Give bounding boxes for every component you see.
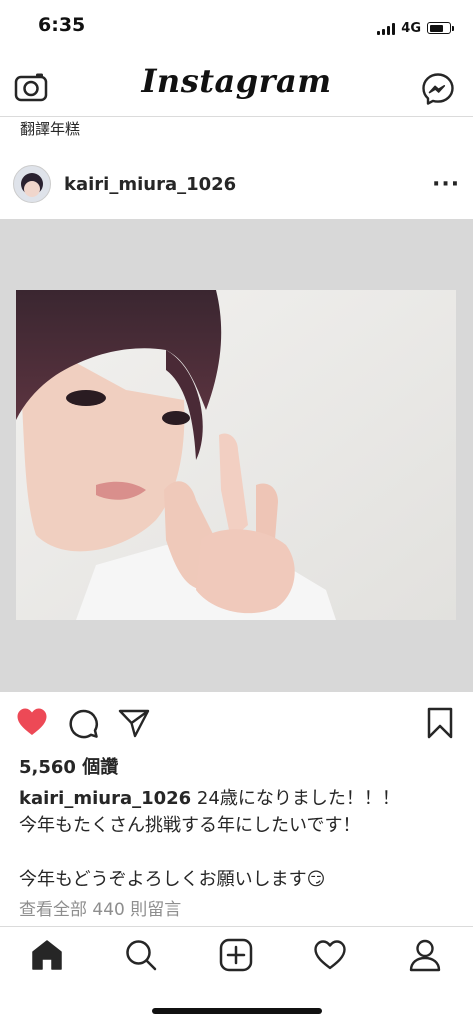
post-username[interactable]: kairi_miura_1026	[64, 174, 236, 195]
post-photo[interactable]	[16, 290, 456, 620]
profile-icon[interactable]	[408, 938, 442, 976]
home-icon[interactable]	[30, 938, 64, 976]
save-icon[interactable]	[426, 707, 454, 743]
likes-count[interactable]: 5,560 個讚	[19, 753, 118, 779]
new-post-icon[interactable]	[219, 938, 253, 976]
comment-icon[interactable]	[68, 708, 99, 743]
post-caption: kairi_miura_1026 24歳になりました！！！ 今年もたくさん挑戦す…	[19, 785, 459, 893]
home-indicator[interactable]	[152, 1008, 322, 1014]
caption-line-2: 今年もたくさん挑戦する年にしたいです！	[19, 815, 361, 836]
like-icon[interactable]	[16, 707, 48, 741]
instagram-logo[interactable]: Instagram	[0, 62, 473, 100]
messenger-icon[interactable]	[421, 72, 455, 110]
status-indicators: 4G	[377, 19, 454, 37]
signal-icon	[377, 22, 396, 35]
view-comments-link[interactable]: 查看全部 440 則留言	[19, 895, 181, 920]
caption-username[interactable]: kairi_miura_1026	[19, 788, 191, 809]
avatar[interactable]	[13, 165, 51, 203]
search-icon[interactable]	[124, 938, 158, 976]
more-options-icon[interactable]: ···	[432, 172, 460, 197]
share-icon[interactable]	[118, 708, 150, 742]
caption-line-1: 24歳になりました！！！	[191, 788, 400, 809]
battery-icon	[427, 22, 454, 34]
activity-icon[interactable]	[313, 938, 347, 976]
translate-link[interactable]: 翻譯年糕	[20, 118, 80, 139]
network-type: 4G	[401, 20, 421, 36]
caption-line-3: 今年もどうぞよろしくお願いします😏	[19, 869, 326, 890]
status-time: 6:35	[38, 14, 86, 36]
